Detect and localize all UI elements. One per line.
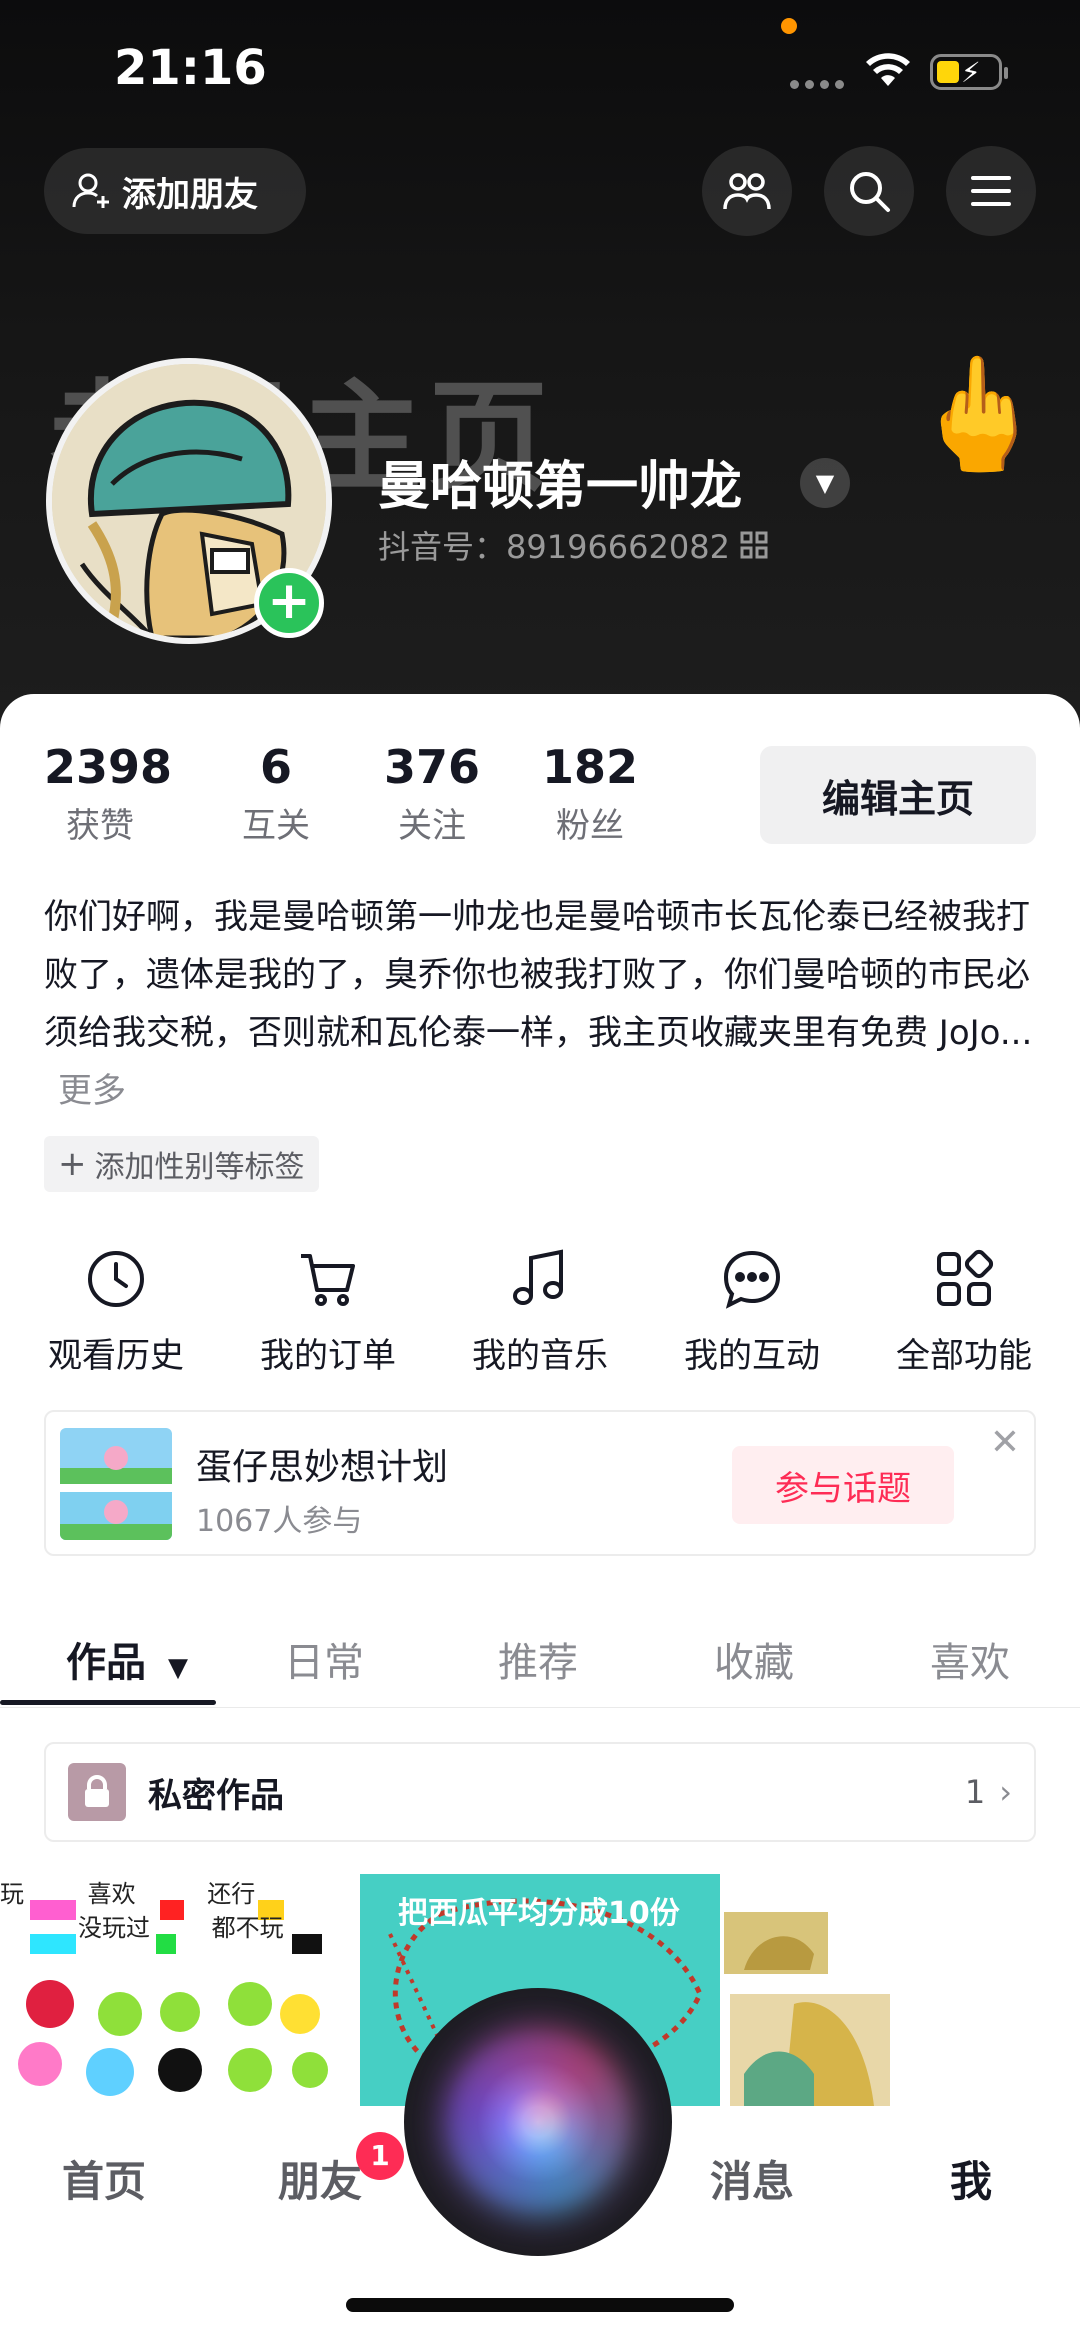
apps-grid-icon: [937, 1249, 994, 1306]
douyin-id-text: 抖音号：89196662082: [378, 528, 730, 566]
shortcut-label: 我的互动: [684, 1336, 820, 1376]
stat-followers-value: 182: [541, 740, 639, 794]
caret-down-icon: ▼: [167, 1653, 188, 1683]
douyin-id[interactable]: 抖音号：89196662082: [378, 522, 768, 568]
profile-tabs: 作品 ▼ 日常 推荐 收藏 喜欢: [0, 1612, 1080, 1708]
add-friend-button[interactable]: 添加朋友: [44, 148, 306, 234]
video-thumbnail-1[interactable]: 玩 喜欢 还行 没玩过 都不玩: [0, 1874, 354, 2106]
account-switch-chevron-icon[interactable]: ▼: [800, 458, 850, 508]
shortcut-my-interactions[interactable]: 我的互动: [662, 1248, 842, 1377]
shortcut-label: 全部功能: [896, 1336, 1032, 1376]
profile-nickname[interactable]: 曼哈顿第一帅龙: [378, 444, 742, 519]
siri-orb-icon[interactable]: [404, 1988, 672, 2256]
stat-likes-value: 2398: [44, 740, 173, 794]
hand-gesture-icon: 🖕: [910, 350, 1047, 478]
shortcut-all-features[interactable]: 全部功能: [874, 1248, 1054, 1377]
tab-works[interactable]: 作品 ▼: [66, 1630, 188, 1688]
add-person-icon: [72, 173, 109, 208]
status-bar: 21:16 ⚡: [0, 0, 1080, 140]
tab-daily[interactable]: 日常: [284, 1630, 364, 1688]
tab-recommended[interactable]: 推荐: [498, 1630, 578, 1688]
jojo-thumbnail: [724, 1912, 890, 2106]
add-tag-button[interactable]: + 添加性别等标签: [44, 1136, 319, 1192]
clock-icon: [88, 1251, 144, 1307]
chevron-right-icon: ›: [999, 1773, 1012, 1811]
private-works-count: 1: [964, 1773, 986, 1811]
nav-messages[interactable]: 消息: [710, 2148, 794, 2209]
hamburger-menu-icon: [971, 176, 1011, 206]
thumb1-label: 没玩过: [78, 1914, 150, 1942]
people-icon: [723, 173, 771, 210]
add-tag-label: 添加性别等标签: [94, 1150, 305, 1185]
video-thumbnail-3[interactable]: [724, 1874, 1080, 2106]
thumb1-label: 喜欢: [87, 1880, 136, 1908]
profile-bio[interactable]: 你们好啊，我是曼哈顿第一帅龙也是曼哈顿市长瓦伦泰已经被我打败了，遗体是我的了，臭…: [44, 888, 1034, 1120]
bio-more-link[interactable]: 更多: [58, 1071, 126, 1111]
shortcut-label: 我的音乐: [472, 1336, 608, 1376]
join-topic-button[interactable]: 参与话题: [732, 1446, 954, 1524]
friends-notification-badge: 1: [356, 2132, 404, 2180]
topic-participants: 1067人参与: [196, 1504, 363, 1539]
stat-following[interactable]: 376 关注: [382, 740, 482, 847]
nav-home[interactable]: 首页: [62, 2148, 146, 2209]
stat-followers[interactable]: 182 粉丝: [540, 740, 640, 847]
topic-title: 蛋仔思妙想计划: [196, 1447, 449, 1488]
tab-favorites[interactable]: 收藏: [714, 1630, 794, 1688]
tab-works-label: 作品: [66, 1640, 146, 1686]
add-friend-label: 添加朋友: [122, 174, 258, 215]
search-button[interactable]: [824, 146, 914, 236]
friends-button[interactable]: [702, 146, 792, 236]
stat-following-value: 376: [383, 740, 481, 794]
thumb1-label: 还行: [207, 1880, 256, 1908]
stat-following-label: 关注: [398, 806, 466, 846]
chat-bubble-icon: [723, 1250, 781, 1309]
privacy-indicator-dot: [781, 18, 797, 34]
qr-code-icon: [740, 531, 768, 559]
music-note-icon: [513, 1249, 563, 1305]
lock-icon: [68, 1763, 126, 1821]
wifi-icon: [866, 53, 910, 86]
stat-mutual-value: 6: [259, 740, 292, 794]
shortcut-my-music[interactable]: 我的音乐: [450, 1248, 630, 1377]
edit-profile-button[interactable]: 编辑主页: [760, 746, 1036, 844]
stat-followers-label: 粉丝: [556, 806, 624, 846]
private-works-row[interactable]: 私密作品 1 ›: [44, 1742, 1036, 1842]
search-icon: [850, 172, 890, 212]
nav-me[interactable]: 我: [950, 2148, 992, 2209]
status-time: 21:16: [114, 40, 267, 96]
bio-text: 你们好啊，我是曼哈顿第一帅龙也是曼哈顿市长瓦伦泰已经被我打败了，遗体是我的了，臭…: [44, 897, 1033, 1053]
active-tab-indicator: [0, 1700, 216, 1705]
private-works-label: 私密作品: [148, 1775, 284, 1816]
shortcut-watch-history[interactable]: 观看历史: [26, 1248, 206, 1377]
cart-icon: [301, 1254, 355, 1306]
thumb1-text-row: 玩 喜欢 还行: [0, 1874, 255, 1909]
shortcut-label: 观看历史: [48, 1336, 184, 1376]
tab-likes[interactable]: 喜欢: [930, 1630, 1010, 1688]
stat-mutual[interactable]: 6 互关: [226, 740, 326, 847]
stat-likes[interactable]: 2398 获赞: [44, 740, 173, 847]
shortcut-my-orders[interactable]: 我的订单: [238, 1248, 418, 1377]
stat-mutual-label: 互关: [242, 806, 310, 846]
nav-friends[interactable]: 朋友: [278, 2148, 362, 2209]
add-avatar-plus-button[interactable]: +: [254, 568, 324, 638]
menu-button[interactable]: [946, 146, 1036, 236]
stat-likes-label: 获赞: [66, 806, 134, 846]
topic-thumbnail: [60, 1428, 172, 1540]
thumb2-caption: 把西瓜平均分成10份: [398, 1896, 680, 1931]
topic-promo-card[interactable]: 蛋仔思妙想计划 1067人参与 参与话题 ✕: [44, 1410, 1036, 1556]
thumb1-label: 都不玩: [211, 1914, 284, 1942]
home-indicator[interactable]: [346, 2298, 734, 2312]
cellular-signal-icon: [790, 80, 844, 89]
battery-icon: ⚡: [930, 54, 1008, 90]
close-icon[interactable]: ✕: [990, 1422, 1020, 1463]
thumb1-text-row: 没玩过 都不玩: [0, 1908, 284, 1943]
thumb1-label: 玩: [0, 1880, 24, 1908]
shortcut-label: 我的订单: [260, 1336, 396, 1376]
plus-icon: +: [58, 1144, 87, 1184]
